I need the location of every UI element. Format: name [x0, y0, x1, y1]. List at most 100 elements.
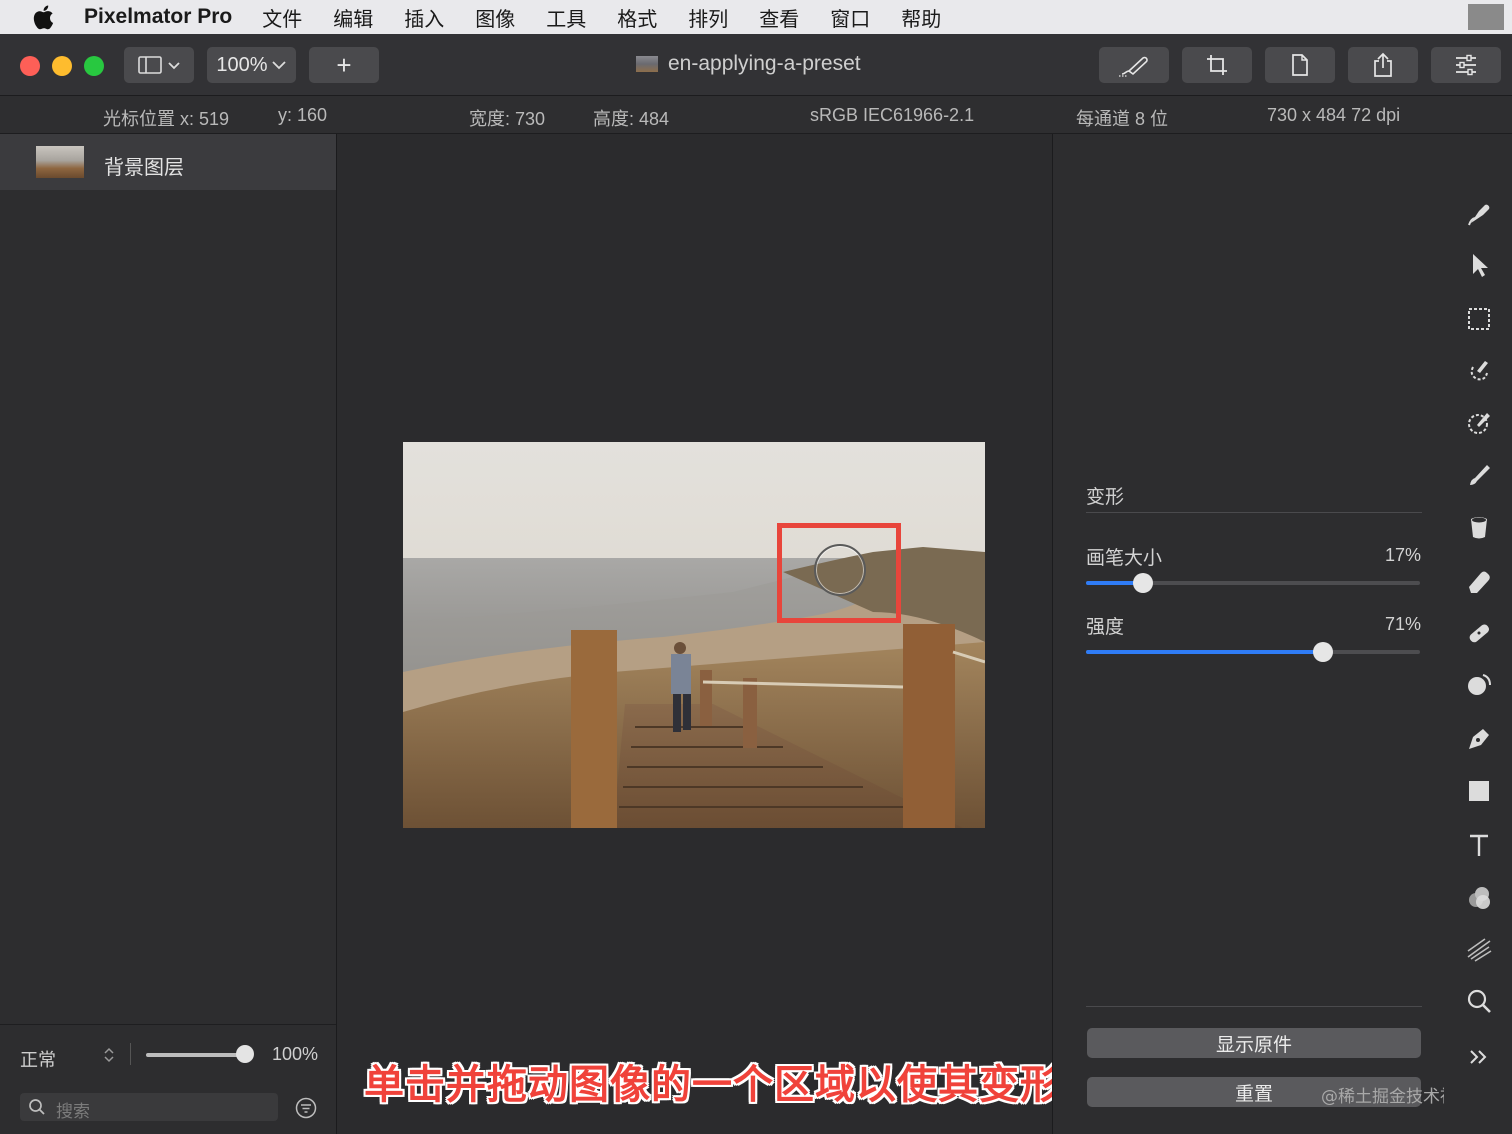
color-select-icon	[1468, 413, 1490, 434]
menu-format[interactable]: 格式	[617, 3, 657, 32]
clone-icon	[1468, 674, 1491, 695]
chevron-down-icon	[271, 61, 286, 70]
divider	[1086, 1006, 1422, 1007]
show-original-label: 显示原件	[1215, 1033, 1292, 1056]
app-menu[interactable]: Pixelmator Pro	[84, 5, 232, 29]
tool-arrange[interactable]	[1464, 250, 1494, 280]
brush-icon	[1119, 56, 1148, 77]
maximize-window-button[interactable]	[84, 56, 104, 76]
menu-tools[interactable]: 工具	[546, 3, 586, 32]
tool-quick-select[interactable]	[1464, 356, 1494, 386]
tool-options-panel: 变形 画笔大小 17% 强度 71% 显示原件 重置 @稀土掘金技术社区	[1052, 134, 1474, 1134]
warp-brush-icon	[1468, 204, 1490, 226]
divider	[130, 1043, 131, 1065]
layer-item[interactable]: 背景图层	[0, 134, 336, 190]
document-icon	[1292, 54, 1308, 76]
tool-zoom[interactable]	[1464, 986, 1494, 1016]
adjustments-button[interactable]	[1431, 47, 1501, 83]
tool-rect-select[interactable]	[1464, 304, 1494, 334]
sidebar-toggle-button[interactable]	[124, 47, 194, 83]
repair-icon	[1469, 624, 1490, 643]
sidebar-icon	[138, 56, 180, 74]
instruction-caption: 单击并拖动图像的一个区域以使其变形	[364, 1062, 1061, 1108]
show-original-button[interactable]: 显示原件	[1087, 1028, 1421, 1058]
more-tools-icon	[1470, 1050, 1487, 1064]
tool-fill[interactable]	[1464, 512, 1494, 542]
format-button[interactable]	[1265, 47, 1335, 83]
tool-type[interactable]	[1464, 830, 1494, 860]
zoom-level: 100%	[216, 53, 268, 76]
up-down-chevron-icon[interactable]	[102, 1045, 116, 1065]
tool-erase[interactable]	[1464, 566, 1494, 596]
tool-repair[interactable]	[1464, 618, 1494, 648]
strength-slider-fill	[1086, 650, 1324, 654]
zoom-dropdown[interactable]: 100%	[207, 47, 296, 83]
blend-mode-select[interactable]: 正常	[20, 1046, 56, 1072]
menu-file[interactable]: 文件	[262, 3, 302, 32]
menu-edit[interactable]: 编辑	[333, 3, 373, 32]
menu-bar: Pixelmator Pro 文件 编辑 插入 图像 工具 格式 排列 查看 窗…	[0, 0, 1512, 34]
minimize-window-button[interactable]	[52, 56, 72, 76]
beach-photo	[403, 442, 985, 828]
brush-size-slider[interactable]	[1086, 573, 1420, 593]
apple-menu-icon[interactable]	[32, 4, 54, 30]
crop-button[interactable]	[1182, 47, 1252, 83]
menu-window[interactable]: 窗口	[830, 3, 870, 32]
color-profile-readout: sRGB IEC61966-2.1	[810, 105, 975, 125]
share-icon	[1374, 52, 1392, 77]
menu-view[interactable]: 查看	[759, 3, 799, 32]
tool-warp[interactable]	[1464, 198, 1494, 228]
menu-help[interactable]: 帮助	[901, 3, 941, 32]
add-button[interactable]: +	[309, 47, 379, 83]
tool-effects[interactable]	[1464, 934, 1494, 964]
canvas-area[interactable]: 单击并拖动图像的一个区域以使其变形	[338, 134, 1060, 1134]
window-toolbar: 100% + en-applying-a-preset	[0, 34, 1512, 96]
plus-icon: +	[336, 49, 352, 80]
menu-image[interactable]: 图像	[475, 3, 515, 32]
tool-more[interactable]	[1464, 1042, 1494, 1072]
close-window-button[interactable]	[20, 56, 40, 76]
opacity-slider-knob[interactable]	[236, 1045, 254, 1063]
menu-arrange[interactable]: 排列	[688, 3, 728, 32]
cursor-x-readout: 光标位置 x: 519	[103, 109, 230, 129]
paint-bucket-icon	[1471, 517, 1487, 539]
document-title-label: en-applying-a-preset	[668, 52, 861, 75]
search-icon	[29, 1099, 45, 1115]
search-placeholder: 搜索	[56, 1102, 90, 1122]
tool-color-select[interactable]	[1464, 408, 1494, 438]
layers-footer: 正常 100% 搜索	[0, 1024, 336, 1134]
info-bar: 光标位置 x: 519 y: 160 宽度: 730 高度: 484 sRGB …	[0, 96, 1512, 134]
erase-icon	[1469, 571, 1490, 593]
brush-size-label: 画笔大小	[1086, 547, 1163, 569]
filter-icon[interactable]	[295, 1097, 317, 1119]
document-title: en-applying-a-preset	[636, 52, 861, 76]
canvas-image[interactable]	[403, 442, 985, 828]
tool-clone[interactable]	[1464, 670, 1494, 700]
opacity-value: 100%	[272, 1044, 319, 1064]
tool-shape[interactable]	[1464, 776, 1494, 806]
document-thumbnail	[636, 56, 658, 72]
quick-select-icon	[1470, 361, 1488, 381]
tool-paint[interactable]	[1464, 460, 1494, 490]
image-size-readout: 730 x 484 72 dpi	[1267, 105, 1401, 125]
rect-select-icon	[1468, 308, 1490, 330]
brush-size-slider-knob[interactable]	[1132, 573, 1153, 593]
tool-color-adjust[interactable]	[1464, 882, 1494, 912]
strength-label: 强度	[1086, 616, 1125, 638]
share-button[interactable]	[1348, 47, 1418, 83]
menu-extra-icon[interactable]	[1468, 4, 1504, 30]
strength-slider-knob[interactable]	[1313, 642, 1334, 662]
zoom-icon	[1467, 989, 1491, 1013]
tool-pen[interactable]	[1464, 724, 1494, 754]
shape-icon	[1469, 781, 1489, 801]
layer-search-field[interactable]: 搜索	[20, 1093, 278, 1122]
reset-label: 重置	[1234, 1082, 1273, 1105]
color-adjust-icon	[1469, 887, 1490, 909]
strength-slider[interactable]	[1086, 642, 1420, 662]
tools-sidebar	[1444, 134, 1512, 1134]
menu-insert[interactable]: 插入	[404, 3, 444, 32]
bit-depth-readout: 每通道 8 位	[1076, 109, 1169, 129]
tools-mode-button[interactable]	[1099, 47, 1169, 83]
divider	[1086, 512, 1422, 513]
opacity-slider-track[interactable]	[146, 1053, 246, 1057]
